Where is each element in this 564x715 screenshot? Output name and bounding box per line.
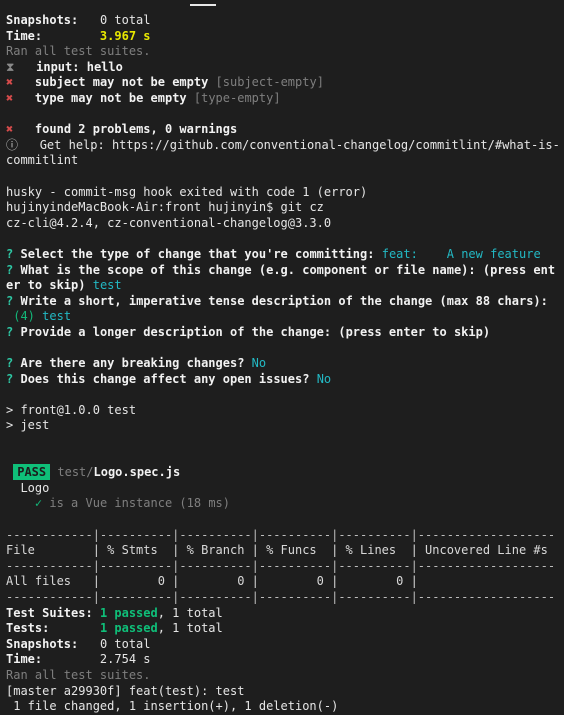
time-value: 2.754 s bbox=[99, 652, 151, 667]
npm-script-command: > jest bbox=[6, 418, 50, 433]
cz-prompt-breaking: ? Are there any breaking changes? No bbox=[6, 356, 558, 372]
time-label-top: Time: bbox=[6, 28, 43, 43]
git-commit-stats: 1 file changed, 1 insertion(+), 1 deleti… bbox=[6, 699, 339, 714]
coverage-separator: ------------|----------|----------|-----… bbox=[6, 589, 556, 604]
snapshots-value-top: 0 total bbox=[99, 13, 151, 27]
cz-prompt-issues: ? Does this change affect any open issue… bbox=[6, 372, 558, 388]
tests-rest: , 1 total bbox=[157, 621, 223, 636]
jest-test-name: is a Vue instance (18 ms) bbox=[49, 496, 230, 511]
cz-answer-type: feat: bbox=[381, 246, 418, 261]
cz-question-body: Provide a longer description of the chan… bbox=[20, 324, 491, 339]
npm-script-header: > front@1.0.0 test bbox=[6, 402, 137, 417]
terminal-screen[interactable]: Snapshots: 0 total Time: 3.967 s Ran all… bbox=[0, 13, 564, 715]
cz-prompt-subject: ? Write a short, imperative tense descri… bbox=[6, 294, 558, 310]
cz-prompt-scope: ? What is the scope of this change (e.g.… bbox=[6, 263, 558, 279]
commitlint-error-row: ✖ type may not be empty [type-empty] bbox=[6, 91, 558, 107]
time-label: Time: bbox=[6, 652, 43, 667]
commitizen-version: cz-cli@4.2.4, cz-conventional-changelog@… bbox=[6, 215, 332, 230]
commitlint-error-message: type may not be empty bbox=[34, 90, 187, 105]
jest-suite-name-line: Logo bbox=[6, 481, 558, 497]
cz-answer-issues: No bbox=[316, 371, 332, 386]
shell-prompt: hujinyindeMacBook-Air:front hujinyin$ bbox=[6, 200, 274, 215]
tests-passed: 1 passed bbox=[99, 621, 158, 636]
time-summary: Time: 2.754 s bbox=[6, 652, 558, 668]
commitlint-error-rule: [type-empty] bbox=[193, 90, 281, 105]
snapshots-label: Snapshots: bbox=[6, 636, 79, 651]
time-line-top: Time: 3.967 s bbox=[6, 29, 558, 45]
terminal-window[interactable]: Snapshots: 0 total Time: 3.967 s Ran all… bbox=[0, 0, 564, 713]
jest-pass-line: PASS test/Logo.spec.js bbox=[6, 464, 558, 481]
commitlint-summary-text: found 2 problems, 0 warnings bbox=[34, 122, 238, 137]
time-value-top: 3.967 s bbox=[99, 28, 151, 43]
cz-prompt-type: ? Select the type of change that you're … bbox=[6, 247, 558, 263]
shell-command: git cz bbox=[280, 200, 324, 215]
status-badge: PASS bbox=[13, 464, 51, 481]
cz-question-breaking: Are there any breaking changes? bbox=[20, 356, 245, 371]
snapshots-line-top: Snapshots: 0 total bbox=[6, 13, 558, 29]
coverage-header-row: File | % Stmts | % Branch | % Funcs | % … bbox=[6, 543, 556, 558]
terminal-titlebar bbox=[0, 0, 564, 13]
commitlint-input-value: hello bbox=[86, 59, 123, 74]
commitlint-error-row: ✖ subject may not be empty [subject-empt… bbox=[6, 75, 558, 91]
coverage-separator: ------------|----------|----------|-----… bbox=[6, 527, 556, 542]
cz-question-subject: Write a short, imperative tense descript… bbox=[20, 293, 548, 308]
cz-answer-subject: test bbox=[42, 309, 72, 324]
tab-underline-icon bbox=[190, 4, 216, 6]
test-file-name: Logo.spec.js bbox=[93, 465, 181, 480]
test-suites-summary: Test Suites: 1 passed, 1 total bbox=[6, 606, 558, 622]
shell-prompt-line[interactable]: hujinyindeMacBook-Air:front hujinyin$ gi… bbox=[6, 200, 558, 216]
tests-label: Tests: bbox=[6, 621, 50, 636]
tests-summary: Tests: 1 passed, 1 total bbox=[6, 621, 558, 637]
snapshots-value: 0 total bbox=[99, 636, 151, 651]
jest-test-line: ✓ is a Vue instance (18 ms) bbox=[6, 496, 558, 512]
commitlint-error-message: subject may not be empty bbox=[34, 75, 209, 90]
commitlint-input-label: input: bbox=[36, 59, 80, 74]
commitlint-help-line: ⓘ Get help: https://github.com/conventio… bbox=[6, 137, 560, 154]
test-suites-label: Test Suites: bbox=[6, 605, 93, 620]
cz-answer-scope: test bbox=[92, 278, 122, 293]
ran-all-suites: Ran all test suites. bbox=[6, 667, 151, 682]
commitlint-summary-line: ✖ found 2 problems, 0 warnings bbox=[6, 122, 558, 138]
test-suites-rest: , 1 total bbox=[157, 605, 223, 620]
cz-question-type: Select the type of change that you're co… bbox=[20, 246, 375, 261]
commitlint-input-line: ⧗ input: hello bbox=[6, 60, 558, 76]
test-file-path-prefix: test/ bbox=[57, 465, 94, 480]
cz-prompt-body: ? Provide a longer description of the ch… bbox=[6, 325, 558, 341]
cz-subject-counter: (4) bbox=[13, 309, 35, 324]
cz-answer-breaking: No bbox=[251, 356, 267, 371]
git-commit-summary: [master a29930f] feat(test): test bbox=[6, 683, 245, 698]
test-suites-passed: 1 passed bbox=[99, 605, 158, 620]
coverage-separator: ------------|----------|----------|-----… bbox=[6, 558, 556, 573]
husky-message: husky - commit-msg hook exited with code… bbox=[6, 184, 368, 199]
commitlint-error-rule: [subject-empty] bbox=[215, 75, 324, 90]
table-row: All files | 0 | 0 | 0 | 0 | bbox=[6, 574, 556, 589]
cz-question-scope-wrap: er to skip) bbox=[6, 278, 86, 293]
cz-question-issues: Does this change affect any open issues? bbox=[20, 371, 310, 386]
cz-subject-answer-line: (4) test bbox=[6, 309, 558, 325]
commitlint-help-text: Get help: https://github.com/conventiona… bbox=[39, 137, 560, 152]
cz-answer-type-desc: A new feature bbox=[446, 246, 541, 261]
jest-suite-name: Logo bbox=[20, 480, 50, 495]
cz-question-scope: What is the scope of this change (e.g. c… bbox=[20, 262, 556, 277]
ran-all-suites-top: Ran all test suites. bbox=[6, 44, 151, 59]
info-icon: ⓘ bbox=[6, 137, 19, 152]
commitlint-help-wrap: commitlint bbox=[6, 153, 79, 168]
cz-prompt-scope-wrap: er to skip) test bbox=[6, 278, 558, 294]
snapshots-label-top: Snapshots: bbox=[6, 13, 79, 27]
